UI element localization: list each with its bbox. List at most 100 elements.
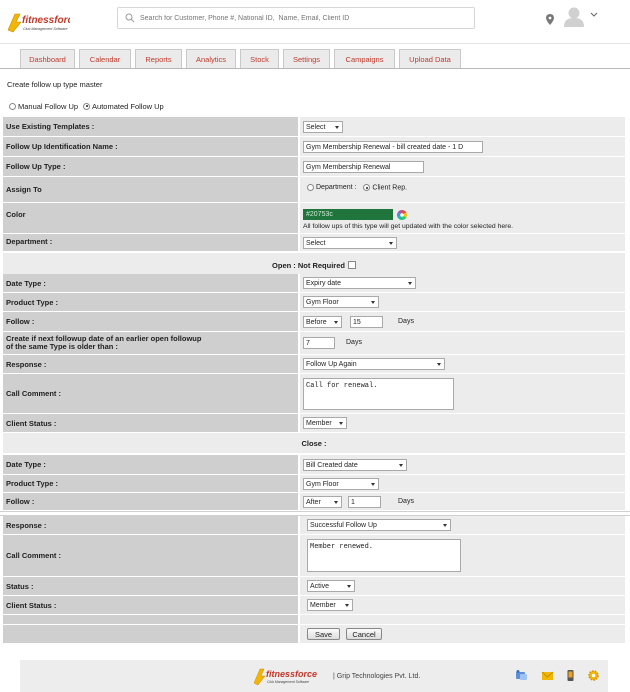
color-wheel-icon[interactable]: [397, 210, 407, 220]
open-response-row: Response : Follow Up Again: [3, 355, 625, 374]
close-follow-when-select[interactable]: After: [303, 496, 342, 508]
footer-company: | Grip Technologies Pvt. Ltd.: [333, 673, 421, 680]
open-follow-unit: Days: [398, 318, 414, 325]
open-product-type-select[interactable]: Gym Floor: [303, 296, 379, 308]
close-follow-unit: Days: [398, 498, 414, 505]
color-row: Color #20753c All follow ups of this typ…: [3, 203, 625, 234]
identification-name-input[interactable]: Gym Membership Renewal - bill created da…: [303, 141, 483, 153]
open-product-type-label: Product Type :: [3, 293, 300, 312]
open-follow-cell: Before 15 Days: [300, 312, 625, 332]
tab-settings[interactable]: Settings: [283, 49, 330, 68]
tab-campaigns[interactable]: Campaigns: [334, 49, 395, 68]
tab-upload-data[interactable]: Upload Data: [399, 49, 461, 68]
open-client-status-select[interactable]: Member: [303, 417, 347, 429]
close-product-type-label: Product Type :: [3, 475, 300, 493]
close-response-value: Successful Follow Up: [310, 521, 377, 529]
close-status-value: Active: [310, 582, 330, 590]
mobile-icon[interactable]: [564, 669, 577, 682]
assign-department-radio[interactable]: [307, 184, 314, 191]
color-hint: All follow ups of this type will get upd…: [303, 223, 514, 230]
manual-follow-up-label: Manual Follow Up: [18, 101, 79, 111]
close-date-type-select[interactable]: Bill Created date: [303, 459, 407, 471]
svg-text:Club Management Software: Club Management Software: [267, 680, 309, 684]
close-follow-cell: After 1 Days: [300, 493, 625, 511]
create-if-label: Create if next followup date of an earli…: [3, 332, 300, 355]
close-product-type-select[interactable]: Gym Floor: [303, 478, 379, 490]
close-follow-days-input[interactable]: 1: [348, 496, 381, 508]
search-input[interactable]: [140, 11, 470, 25]
close-product-type-value: Gym Floor: [306, 480, 339, 488]
open-call-comment-label: Call Comment :: [3, 374, 300, 414]
actions-label: [3, 625, 300, 644]
page-title: Create follow up type master: [7, 79, 103, 89]
close-status-cell: Active: [300, 577, 625, 596]
close-status-label: Status :: [3, 577, 300, 596]
close-response-row: Response : Successful Follow Up: [3, 516, 625, 535]
assign-to-cell: Department : Client Rep.: [300, 177, 625, 203]
tab-analytics[interactable]: Analytics: [186, 49, 236, 68]
open-heading-text: Open : Not Required: [272, 260, 345, 270]
open-date-type-cell: Expiry date: [300, 274, 625, 293]
support-icon[interactable]: [515, 669, 528, 682]
close-call-comment-label: Call Comment :: [3, 535, 300, 577]
department-select[interactable]: Select: [303, 237, 397, 249]
close-client-status-value: Member: [310, 601, 336, 609]
cancel-button[interactable]: Cancel: [346, 628, 382, 640]
tab-stock[interactable]: Stock: [240, 49, 279, 68]
follow-up-type-cell: Gym Membership Renewal: [300, 157, 625, 177]
identification-name-cell: Gym Membership Renewal - bill created da…: [300, 137, 625, 157]
open-response-label: Response :: [3, 355, 300, 374]
department-value: Select: [306, 239, 326, 247]
open-follow-when-select[interactable]: Before: [303, 316, 342, 328]
close-product-type-cell: Gym Floor: [300, 475, 625, 493]
assign-client-rep-label: Client Rep.: [372, 184, 408, 192]
open-client-status-value: Member: [306, 419, 332, 427]
tab-dashboard[interactable]: Dashboard: [20, 49, 75, 68]
open-follow-days-input[interactable]: 15: [350, 316, 383, 328]
manual-follow-up-radio[interactable]: [9, 102, 16, 110]
dropdown-arrow-icon: [437, 363, 441, 366]
search-box[interactable]: [117, 7, 475, 29]
mail-icon[interactable]: [541, 669, 554, 682]
identification-name-label: Follow Up Identification Name :: [3, 137, 300, 157]
spacer-label: [3, 615, 300, 625]
screenshot-seam: [0, 511, 630, 516]
close-response-cell: Successful Follow Up: [300, 516, 625, 535]
search-icon: [125, 13, 135, 23]
not-required-checkbox[interactable]: [347, 261, 356, 269]
location-pin-icon[interactable]: [546, 14, 554, 25]
fitnessforce-logo[interactable]: fitnessforce Club Management Software: [6, 10, 70, 34]
create-if-days-input[interactable]: 7: [303, 337, 335, 349]
footer-logo: fitnessforce Club Management Software: [253, 668, 317, 686]
automated-follow-up-radio[interactable]: [83, 102, 91, 110]
open-call-comment-textarea[interactable]: Call for renewal.: [303, 378, 454, 410]
close-call-comment-textarea[interactable]: Member renewed.: [307, 539, 461, 572]
close-follow-row: Follow : After 1 Days: [3, 493, 625, 511]
tab-reports[interactable]: Reports: [135, 49, 182, 68]
close-client-status-select[interactable]: Member: [307, 599, 353, 611]
open-follow-label: Follow :: [3, 312, 300, 332]
follow-up-type-input[interactable]: Gym Membership Renewal: [303, 161, 424, 173]
tab-calendar[interactable]: Calendar: [79, 49, 131, 68]
assign-client-rep-radio[interactable]: [363, 184, 371, 191]
save-button[interactable]: Save: [307, 628, 340, 640]
close-product-type-row: Product Type : Gym Floor: [3, 475, 625, 493]
close-date-type-row: Date Type : Bill Created date: [3, 455, 625, 475]
open-product-type-value: Gym Floor: [306, 298, 339, 306]
open-response-cell: Follow Up Again: [300, 355, 625, 374]
open-response-select[interactable]: Follow Up Again: [303, 358, 445, 370]
open-date-type-select[interactable]: Expiry date: [303, 277, 416, 289]
open-client-status-row: Client Status : Member: [3, 414, 625, 433]
user-avatar-icon[interactable]: [563, 5, 585, 27]
close-response-select[interactable]: Successful Follow Up: [307, 519, 451, 531]
chevron-down-icon[interactable]: [590, 12, 598, 18]
close-date-type-label: Date Type :: [3, 455, 300, 475]
open-follow-when-value: Before: [306, 318, 327, 326]
close-response-label: Response :: [3, 516, 300, 535]
color-input[interactable]: #20753c: [303, 209, 393, 220]
settings-gear-icon[interactable]: [587, 669, 600, 682]
close-status-select[interactable]: Active: [307, 580, 355, 592]
close-call-comment-row: Call Comment : Member renewed.: [3, 535, 625, 577]
close-client-status-cell: Member: [300, 596, 625, 615]
existing-templates-select[interactable]: Select: [303, 121, 343, 133]
